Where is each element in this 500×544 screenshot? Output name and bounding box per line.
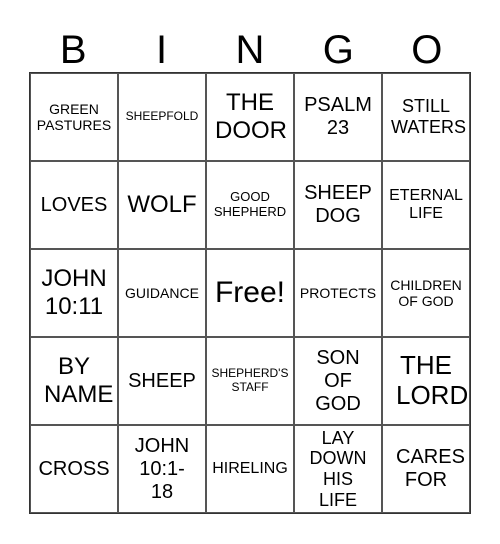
bingo-cell[interactable]: GUIDANCE xyxy=(118,249,206,337)
bingo-cell-text: GOOD SHEPHERD xyxy=(213,189,287,219)
bingo-cell[interactable]: STILL WATERS xyxy=(382,73,470,161)
bingo-cell[interactable]: THE DOOR xyxy=(206,73,294,161)
bingo-cell[interactable]: LOVES xyxy=(30,161,118,249)
bingo-cell[interactable]: SHEEP DOG xyxy=(294,161,382,249)
bingo-cell-text: Free! xyxy=(214,275,286,309)
bingo-cell-text: BY NAME xyxy=(44,353,114,408)
bingo-cell[interactable]: BY NAME xyxy=(30,337,118,425)
bingo-cell[interactable]: GREEN PASTURES xyxy=(30,73,118,161)
bingo-cell-text: SHEEP DOG xyxy=(304,182,372,227)
bingo-cell[interactable]: SHEEP xyxy=(118,337,206,425)
header-letter-i: I xyxy=(156,28,168,72)
bingo-cell-text: HIRELING xyxy=(212,459,288,477)
bingo-cell[interactable]: THE LORD xyxy=(382,337,470,425)
bingo-cell[interactable]: SON OF GOD xyxy=(294,337,382,425)
bingo-cell[interactable]: CARES FOR xyxy=(382,425,470,513)
bingo-cell[interactable]: ETERNAL LIFE xyxy=(382,161,470,249)
bingo-cell-text: SHEEP xyxy=(128,369,196,392)
header-letter-g: G xyxy=(322,28,354,72)
header-letter-n: N xyxy=(235,28,265,72)
bingo-cell[interactable]: CHILDREN OF GOD xyxy=(382,249,470,337)
bingo-cell[interactable]: Free! xyxy=(206,249,294,337)
bingo-cell-text: ETERNAL LIFE xyxy=(389,186,463,222)
bingo-cell[interactable]: GOOD SHEPHERD xyxy=(206,161,294,249)
bingo-grid: GREEN PASTURES SHEEPFOLD THE DOOR PSALM 23 S… xyxy=(29,72,471,514)
bingo-cell-text: CARES FOR xyxy=(396,446,465,491)
bingo-cell[interactable]: PROTECTS xyxy=(294,249,382,337)
bingo-cell-text: GREEN PASTURES xyxy=(36,100,112,133)
header-letter-b: B xyxy=(59,28,87,72)
bingo-cell-text: THE LORD xyxy=(396,350,469,410)
bingo-cell-text: THE DOOR xyxy=(215,89,287,144)
header-letter-o: O xyxy=(411,28,443,72)
bingo-cell[interactable]: HIRELING xyxy=(206,425,294,513)
bingo-cell-text: CROSS xyxy=(38,457,110,480)
bingo-cell-text: SON OF GOD xyxy=(315,346,361,415)
bingo-cell-text: SHEEPFOLD xyxy=(125,109,199,124)
bingo-cell-text: CHILDREN OF GOD xyxy=(390,276,462,309)
bingo-cell-text: LOVES xyxy=(40,193,108,216)
bingo-cell-text: SHEPHERD'S STAFF xyxy=(211,366,289,394)
bingo-cell-text: STILL WATERS xyxy=(391,96,466,137)
bingo-cell-text: JOHN 10:1-18 xyxy=(134,434,190,503)
bingo-cell[interactable]: WOLF xyxy=(118,161,206,249)
bingo-header: B I N G O xyxy=(29,26,471,74)
bingo-cell[interactable]: SHEEPFOLD xyxy=(118,73,206,161)
bingo-cell-text: WOLF xyxy=(127,191,197,219)
bingo-cell[interactable]: JOHN 10:11 xyxy=(30,249,118,337)
bingo-cell-text: LAY DOWN HIS LIFE xyxy=(309,427,367,510)
bingo-cell[interactable]: PSALM 23 xyxy=(294,73,382,161)
bingo-cell[interactable]: LAY DOWN HIS LIFE xyxy=(294,425,382,513)
bingo-cell-text: PROTECTS xyxy=(299,284,377,301)
bingo-cell-text: PSALM 23 xyxy=(304,94,372,139)
bingo-cell[interactable]: CROSS xyxy=(30,425,118,513)
bingo-cell[interactable]: JOHN 10:1-18 xyxy=(118,425,206,513)
bingo-cell[interactable]: SHEPHERD'S STAFF xyxy=(206,337,294,425)
bingo-cell-text: GUIDANCE xyxy=(125,284,199,301)
bingo-cell-text: JOHN 10:11 xyxy=(41,265,107,320)
